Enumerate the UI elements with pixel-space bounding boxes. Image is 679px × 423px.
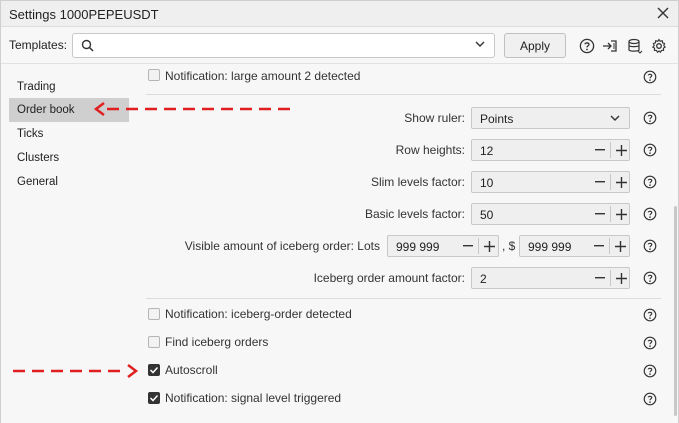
apply-button[interactable]: Apply [504,33,566,58]
minus-icon [595,213,605,215]
plus-icon [615,208,627,220]
iceberg-factor-stepper[interactable]: 2 [471,267,630,289]
minus-icon [595,181,605,183]
plus-icon [615,144,627,156]
autoscroll-label: Autoscroll [165,363,218,377]
iceberg-notification-checkbox[interactable] [148,308,160,320]
visible-iceberg-usd-value: 999 999 [528,240,572,254]
check-icon [149,394,159,402]
search-icon [81,39,94,52]
find-iceberg-checkbox[interactable] [148,336,160,348]
help-icon[interactable] [643,111,657,125]
signal-notification-label: Notification: signal level triggered [165,391,342,405]
templates-select[interactable] [72,33,495,58]
annotation-arrow-left [93,102,295,116]
iceberg-notification-label: Notification: iceberg-order detected [165,307,352,321]
help-icon[interactable] [643,239,657,253]
chevron-down-icon [475,41,485,47]
minus-icon [595,277,605,279]
divider [146,298,661,299]
row-heights-value: 12 [480,144,494,158]
minus-icon [595,149,605,151]
plus-icon [615,176,627,188]
autoscroll-checkbox[interactable] [148,364,160,376]
sidebar-item-clusters[interactable]: Clusters [9,146,129,170]
help-icon[interactable] [643,70,657,84]
content-scrollbar[interactable] [674,206,677,416]
decrement-button[interactable] [590,204,610,224]
help-icon [579,38,595,54]
basic-levels-label: Basic levels factor: [364,207,465,221]
help-button[interactable] [578,37,596,55]
help-icon[interactable] [643,271,657,285]
help-icon[interactable] [643,392,657,406]
basic-levels-stepper[interactable]: 50 [471,203,630,225]
settings-window: Settings 1000PEPEUSDT Templates: Apply T… [0,0,679,423]
divider [146,94,661,95]
gear-icon [651,38,667,54]
increment-button[interactable] [611,140,631,160]
basic-levels-value: 50 [480,208,494,222]
import-button[interactable] [601,37,619,55]
plus-icon [483,240,495,252]
close-icon [657,7,669,19]
currency-separator: , $ [502,239,516,253]
import-icon [603,40,617,52]
show-ruler-label: Show ruler: [404,111,465,125]
visible-iceberg-lots-stepper[interactable]: 999 999 [387,235,499,257]
minus-icon [463,245,473,247]
show-ruler-select[interactable]: Points [471,107,630,129]
plus-icon [614,240,626,252]
annotation-arrow-right [13,364,139,378]
decrement-button[interactable] [458,236,478,256]
help-icon[interactable] [643,175,657,189]
increment-button[interactable] [611,268,631,288]
title-bar: Settings 1000PEPEUSDT [1,1,678,27]
visible-iceberg-label: Visible amount of iceberg order: Lots [184,239,380,253]
help-icon[interactable] [643,364,657,378]
row-heights-stepper[interactable]: 12 [471,139,630,161]
iceberg-factor-value: 2 [480,272,487,286]
decrement-button[interactable] [590,268,610,288]
slim-levels-label: Slim levels factor: [370,175,465,189]
increment-button[interactable] [611,172,631,192]
window-title: Settings 1000PEPEUSDT [9,7,159,22]
plus-icon [615,272,627,284]
increment-button[interactable] [610,236,630,256]
templates-label: Templates: [9,38,68,52]
decrement-button[interactable] [590,140,610,160]
sidebar-item-general[interactable]: General [9,170,129,194]
help-icon[interactable] [643,143,657,157]
settings-button[interactable] [650,37,668,55]
chevron-down-icon [610,115,620,121]
row-heights-label: Row heights: [395,143,465,157]
large-amount-2-checkbox[interactable] [148,69,160,81]
decrement-button[interactable] [589,236,609,256]
decrement-button[interactable] [590,172,610,192]
slim-levels-value: 10 [480,176,494,190]
help-icon[interactable] [643,207,657,221]
increment-button[interactable] [611,204,631,224]
find-iceberg-label: Find iceberg orders [165,335,269,349]
sidebar-item-trading[interactable]: Trading [9,75,129,99]
visible-iceberg-lots-value: 999 999 [396,240,440,254]
slim-levels-stepper[interactable]: 10 [471,171,630,193]
database-button[interactable] [626,37,644,55]
iceberg-factor-label: Iceberg order amount factor: [313,271,465,285]
templates-toolbar: Templates: Apply [1,28,678,64]
show-ruler-value: Points [480,112,514,126]
large-amount-2-label: Notification: large amount 2 detected [165,69,361,83]
help-icon[interactable] [643,336,657,350]
visible-iceberg-usd-stepper[interactable]: 999 999 [519,235,630,257]
check-icon [149,366,159,374]
sidebar-item-ticks[interactable]: Ticks [9,122,129,146]
help-icon[interactable] [643,308,657,322]
increment-button[interactable] [479,236,499,256]
close-button[interactable] [654,4,672,22]
signal-notification-checkbox[interactable] [148,392,160,404]
minus-icon [594,245,604,247]
database-icon [628,38,643,54]
